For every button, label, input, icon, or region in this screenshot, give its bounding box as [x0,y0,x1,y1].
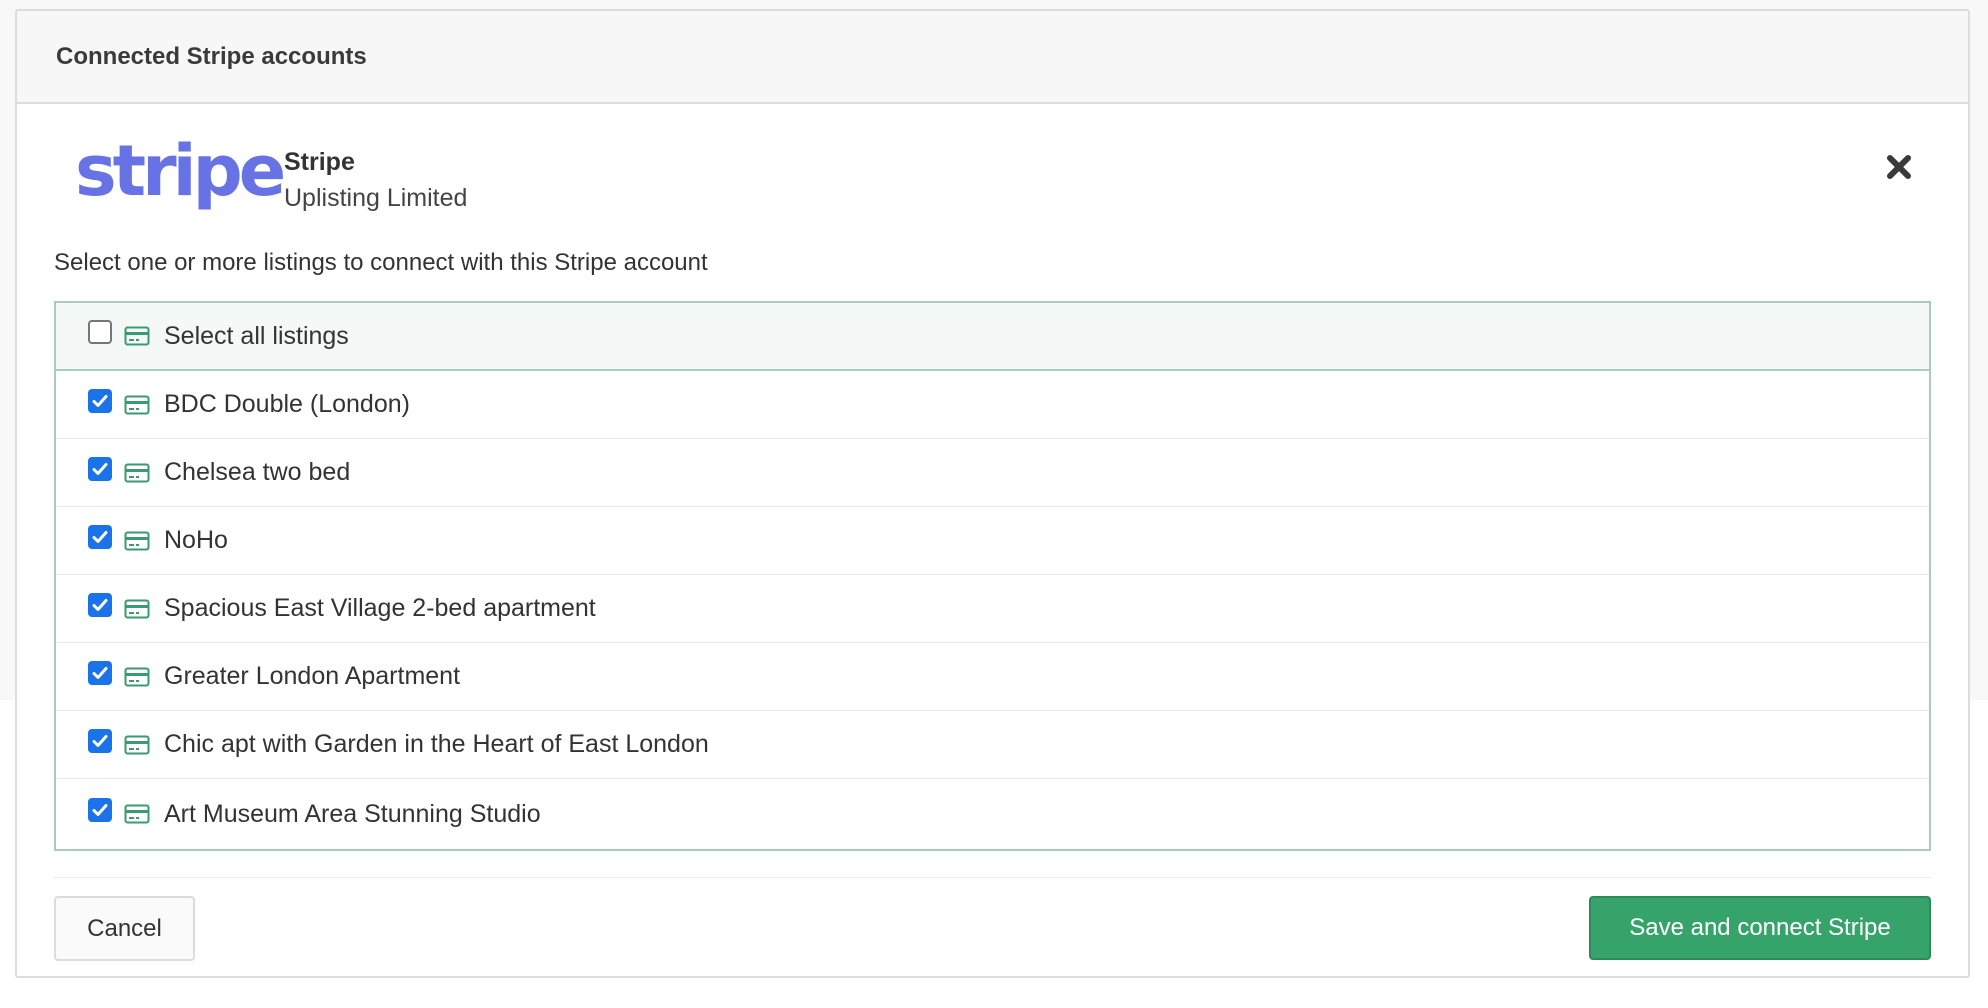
footer-divider [54,877,1931,878]
listing-row[interactable]: BDC Double (London) [56,371,1929,439]
checkmark-icon [92,462,108,475]
select-all-label: Select all listings [164,321,349,350]
close-icon [1887,155,1911,179]
listing-checkbox[interactable] [88,456,112,481]
select-all-checkbox[interactable] [88,320,112,344]
listing-label: NoHo [164,526,228,554]
select-all-row[interactable]: Select all listings [56,303,1929,371]
listings-list: Select all listings BDC Double (London) C… [54,301,1931,851]
account-subtitle: Uplisting Limited [284,184,468,212]
listing-checkbox[interactable] [88,592,112,617]
listing-label: Spacious East Village 2-bed apartment [164,594,596,622]
credit-card-icon [124,326,150,346]
save-and-connect-button[interactable]: Save and connect Stripe [1589,896,1931,960]
listing-row[interactable]: Chic apt with Garden in the Heart of Eas… [56,711,1929,779]
instruction-text: Select one or more listings to connect w… [54,249,708,276]
listing-row[interactable]: Greater London Apartment [56,643,1929,711]
credit-card-icon [124,395,150,414]
stripe-logo: stripe [75,130,286,212]
checkmark-icon [92,666,108,679]
credit-card-icon [124,463,150,482]
listing-checkbox[interactable] [88,660,112,685]
listing-label: BDC Double (London) [164,390,410,418]
disconnect-account-button[interactable] [1882,150,1916,184]
checkmark-icon [92,530,108,543]
checkmark-icon [92,394,108,407]
credit-card-icon [124,599,150,618]
listing-row[interactable]: Spacious East Village 2-bed apartment [56,575,1929,643]
listing-label: Greater London Apartment [164,662,461,690]
credit-card-icon [124,804,150,824]
checkmark-icon [92,734,108,747]
credit-card-icon [124,667,150,686]
panel-title: Connected Stripe accounts [56,42,367,70]
listing-checkbox[interactable] [88,524,112,549]
listing-checkbox[interactable] [88,728,112,753]
account-row: stripe Stripe Uplisting Limited [17,104,1968,244]
listing-label: Art Museum Area Stunning Studio [164,799,541,828]
listing-row[interactable]: Art Museum Area Stunning Studio [56,779,1929,849]
listing-checkbox[interactable] [88,798,112,822]
listing-checkbox[interactable] [88,388,112,413]
panel-header: Connected Stripe accounts [17,11,1968,104]
credit-card-icon [124,531,150,550]
listing-label: Chelsea two bed [164,458,351,486]
listing-row[interactable]: NoHo [56,507,1929,575]
listing-row[interactable]: Chelsea two bed [56,439,1929,507]
connected-accounts-panel: Connected Stripe accounts stripe Stripe … [15,9,1970,978]
credit-card-icon [124,735,150,754]
listing-label: Chic apt with Garden in the Heart of Eas… [164,730,709,758]
cancel-button[interactable]: Cancel [54,896,195,961]
checkmark-icon [92,598,108,611]
account-name: Stripe [284,148,355,176]
checkmark-icon [92,804,108,816]
